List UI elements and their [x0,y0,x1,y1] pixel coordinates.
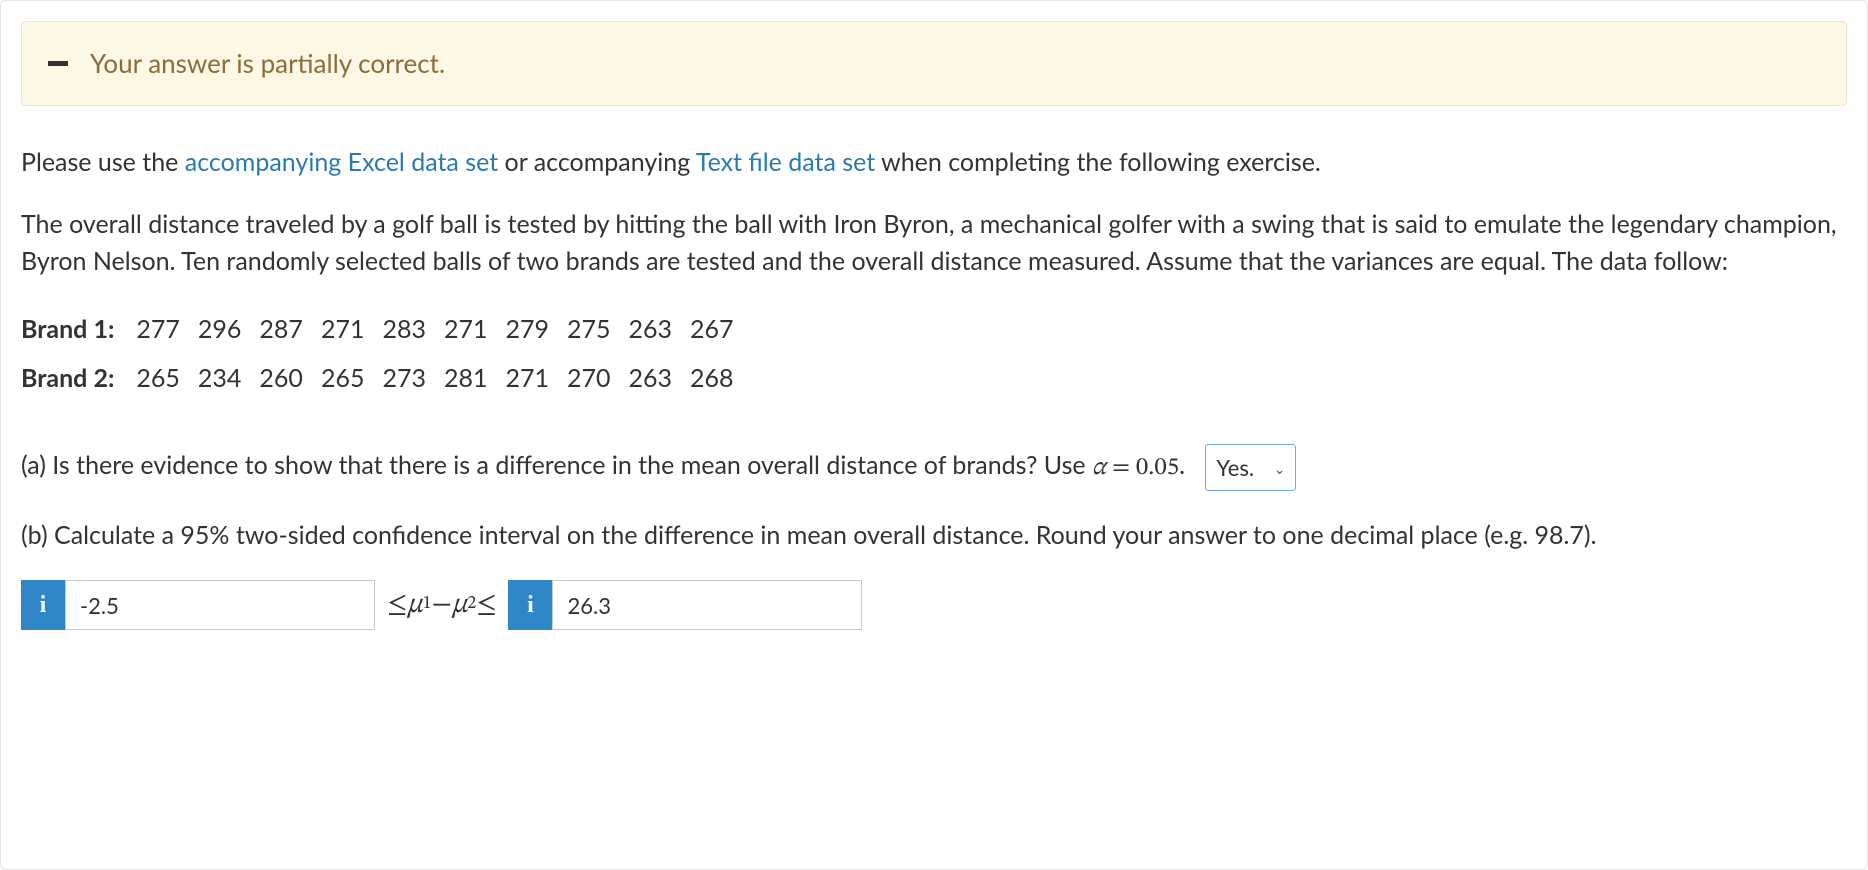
upper-bound-value: 26.3 [567,589,610,622]
info-icon[interactable]: i [21,580,65,630]
equals-sign: = [1106,454,1136,479]
data-cell: 275 [567,305,629,355]
data-cell: 265 [136,354,198,404]
excel-data-link[interactable]: accompanying Excel data set [185,147,498,177]
chevron-down-icon: ⌄ [1274,458,1286,479]
data-cell: 234 [198,354,260,404]
data-cell: 260 [259,354,321,404]
data-cell: 277 [136,305,198,355]
data-cell: 271 [444,305,506,355]
lower-bound-value: -2.5 [80,589,119,622]
table-row: Brand 2: 265 234 260 265 273 281 271 270… [21,354,752,404]
data-cell: 283 [382,305,444,355]
problem-description: The overall distance traveled by a golf … [21,206,1847,281]
intro-mid: or accompanying [498,147,696,177]
data-cell: 268 [690,354,752,404]
intro-paragraph: Please use the accompanying Excel data s… [21,144,1847,182]
data-cell: 287 [259,305,321,355]
ci-relation: ≤ μ1 − μ2 ≤ [375,580,508,630]
feedback-banner: Your answer is partially correct. [21,21,1847,106]
alpha-symbol: α [1092,454,1106,479]
alpha-value: 0.05 [1136,454,1179,479]
feedback-message: Your answer is partially correct. [90,44,445,83]
data-cell: 267 [690,305,752,355]
data-cell: 271 [321,305,383,355]
intro-suffix: when completing the following exercise. [875,147,1321,177]
part-a: (a) Is there evidence to show that there… [21,444,1847,491]
part-b-text: (b) Calculate a 95% two-sided confidence… [21,520,1597,550]
part-a-text: (a) Is there evidence to show that there… [21,449,1092,479]
table-row: Brand 1: 277 296 287 271 283 271 279 275… [21,305,752,355]
minus-icon [48,61,68,66]
part-a-select[interactable]: Yes. ⌄ [1205,444,1296,491]
problem-body: Please use the accompanying Excel data s… [21,144,1847,630]
text-data-link[interactable]: Text file data set [696,147,875,177]
confidence-interval-row: i -2.5 ≤ μ1 − μ2 ≤ i 26.3 [21,580,1847,630]
question-container: Your answer is partially correct. Please… [0,0,1868,870]
data-cell: 273 [382,354,444,404]
upper-bound-input[interactable]: 26.3 [552,580,862,630]
period: . [1179,449,1185,479]
info-icon[interactable]: i [508,580,552,630]
brand-label: Brand 2: [21,354,136,404]
data-cell: 279 [505,305,567,355]
data-cell: 263 [629,305,691,355]
upper-bound-group: i 26.3 [508,580,862,630]
data-cell: 263 [629,354,691,404]
lower-bound-group: i -2.5 [21,580,375,630]
part-b: (b) Calculate a 95% two-sided confidence… [21,517,1847,555]
lower-bound-input[interactable]: -2.5 [65,580,375,630]
alpha-expression: α = 0.05 [1092,454,1179,479]
brand-label: Brand 1: [21,305,136,355]
data-cell: 296 [198,305,260,355]
intro-prefix: Please use the [21,147,185,177]
data-cell: 281 [444,354,506,404]
select-value: Yes. [1216,454,1254,481]
data-cell: 270 [567,354,629,404]
data-table: Brand 1: 277 296 287 271 283 271 279 275… [21,305,752,404]
data-cell: 271 [505,354,567,404]
data-cell: 265 [321,354,383,404]
